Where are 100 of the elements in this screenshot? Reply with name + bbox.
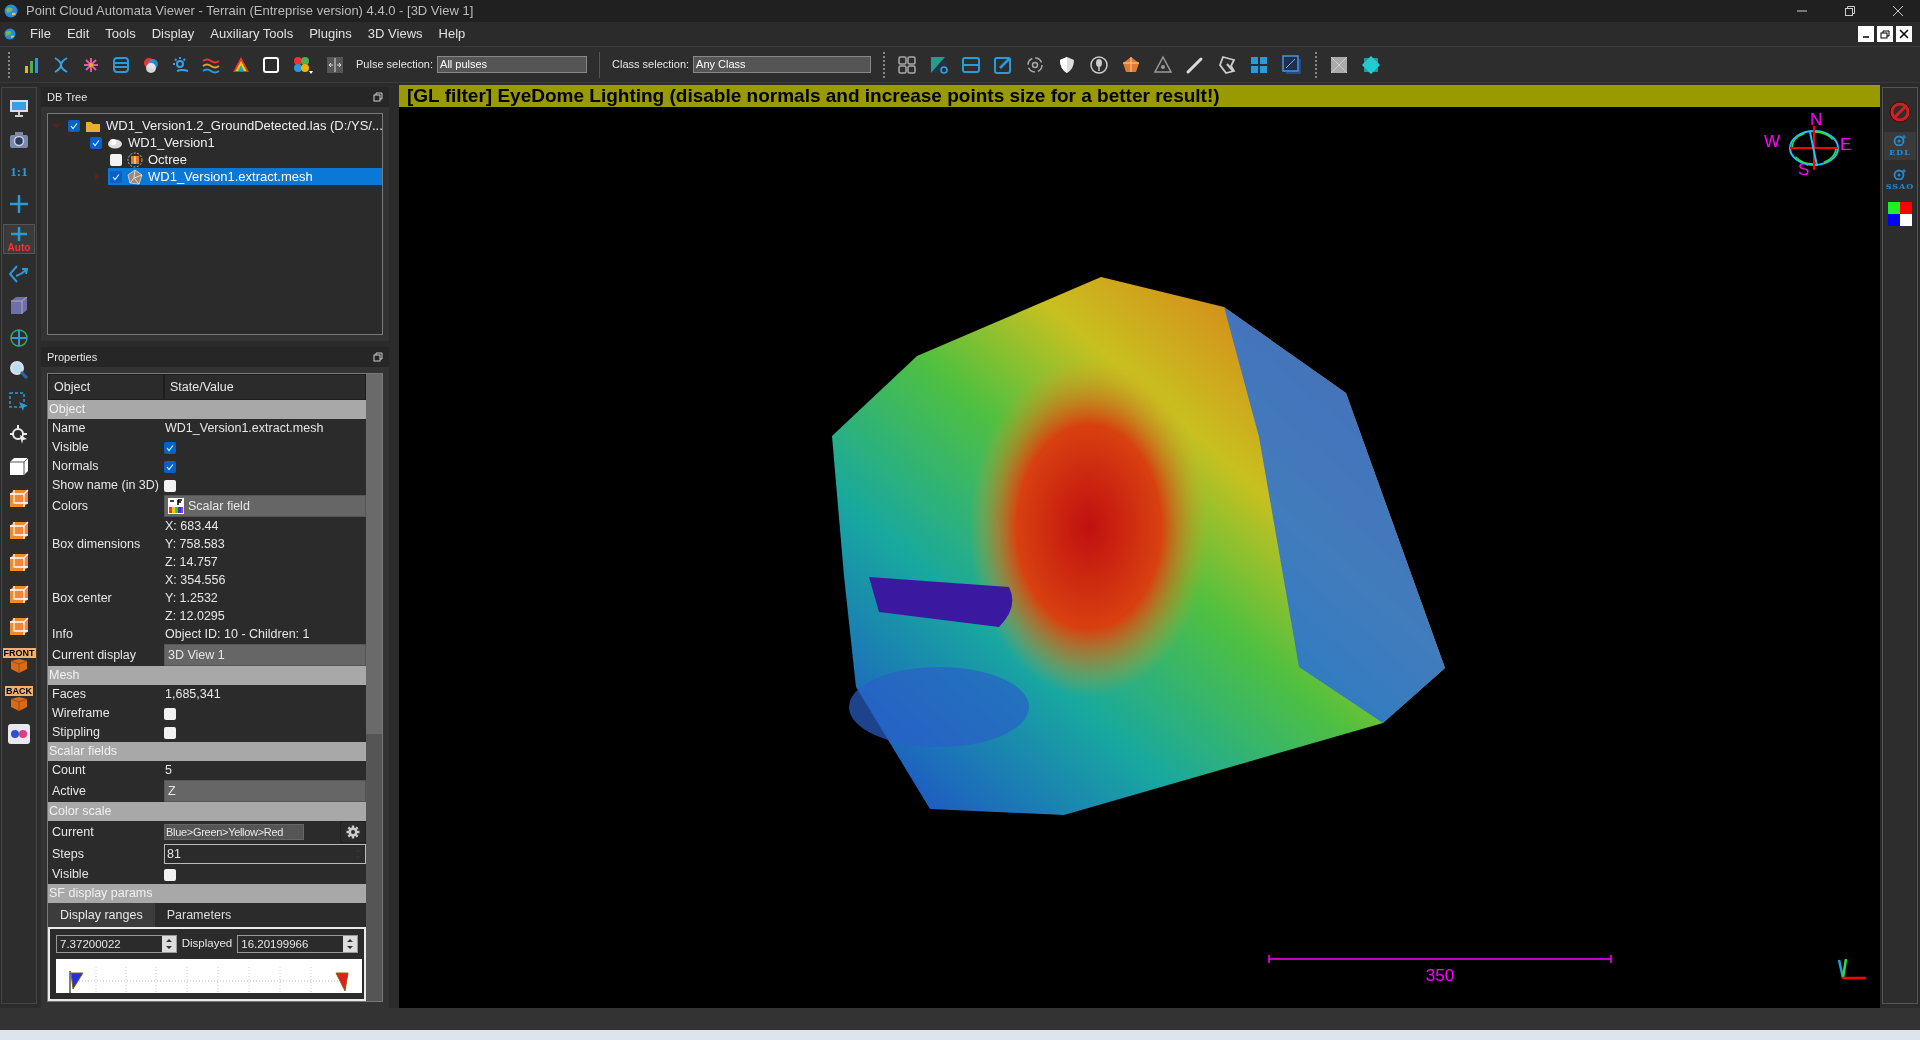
compass-north-label: N <box>1810 109 1823 131</box>
filter-banner: [GL filter] EyeDome Lighting (disable normals and increase points size for a better result!) <box>399 85 1880 107</box>
close-icon[interactable] <box>1896 26 1912 42</box>
minimize-icon[interactable] <box>1858 26 1874 42</box>
sun-waves-icon[interactable] <box>172 55 190 74</box>
menu-item[interactable]: Edit <box>66 24 90 44</box>
image-refresh-icon[interactable] <box>929 54 950 75</box>
scale-label: 350 <box>1425 964 1455 987</box>
pulse-selection-label: Pulse selection: <box>356 57 434 73</box>
property-label: Normals <box>51 458 100 476</box>
checkbox[interactable] <box>164 441 176 454</box>
bar-chart-icon[interactable] <box>22 55 40 74</box>
property-label: Faces <box>51 686 88 704</box>
property-value: Object ID: 10 - Children: 1 <box>164 626 311 644</box>
property-label: Steps <box>51 845 85 863</box>
menu-item[interactable]: Display <box>151 24 195 44</box>
burst-icon[interactable] <box>82 55 100 74</box>
ratio-button[interactable]: 1:1 <box>10 162 28 182</box>
spin-arrows-icon[interactable] <box>343 936 357 952</box>
tree-item[interactable]: WD1_Version1.extract.mesh <box>108 168 382 185</box>
restore-icon[interactable] <box>1844 5 1856 17</box>
float-icon[interactable] <box>373 92 383 102</box>
server-icon[interactable] <box>112 55 130 74</box>
column-header[interactable]: Object <box>48 374 164 400</box>
close-icon[interactable] <box>1892 5 1904 17</box>
menu-item[interactable]: Tools <box>105 24 136 44</box>
menu-item[interactable]: File <box>30 24 51 44</box>
color-circles-icon[interactable] <box>142 55 160 74</box>
menu-item[interactable]: 3D Views <box>367 24 423 44</box>
property-value: 5 <box>164 762 173 780</box>
checkbox[interactable] <box>164 479 176 492</box>
cube-label: FRONT <box>2 648 36 658</box>
windows-grid-icon[interactable] <box>1249 54 1270 75</box>
max-spin-field[interactable]: 16.20199966 <box>237 935 358 953</box>
square-icon[interactable] <box>262 55 280 74</box>
checkbox[interactable] <box>68 119 80 132</box>
property-label: Info <box>51 626 74 644</box>
property-value: Y: 758.583 <box>164 536 226 553</box>
min-spin-field[interactable]: 7.37200022 <box>56 935 177 953</box>
mesh-icon <box>127 168 143 185</box>
warning-triangle-icon[interactable] <box>1153 54 1174 75</box>
property-label: Stippling <box>51 724 101 742</box>
petals-icon[interactable] <box>292 54 314 75</box>
tree-circle-icon[interactable] <box>1089 54 1110 75</box>
float-icon[interactable] <box>373 352 383 362</box>
window-title: Point Cloud Automata Viewer - Terrain (Entreprise version) 4.4.0 - [3D View 1] <box>26 2 474 21</box>
rainbow-triangle-icon[interactable] <box>232 55 250 74</box>
property-dropdown[interactable]: 3D View 1 <box>164 644 366 666</box>
edit-icon[interactable] <box>993 54 1014 75</box>
grid-icon[interactable] <box>897 54 918 75</box>
cursor-polygon-icon[interactable] <box>1217 54 1238 75</box>
property-dropdown[interactable]: Z <box>164 780 366 802</box>
property-value: X: 354.556 <box>164 572 227 589</box>
settings-button[interactable] <box>340 821 366 843</box>
property-value: Scalar field <box>188 497 250 515</box>
section-header: SF display params <box>48 884 366 903</box>
checkbox[interactable] <box>110 170 122 183</box>
property-label: Current <box>51 823 95 841</box>
property-label: Visible <box>51 866 90 884</box>
column-header[interactable]: State/Value <box>164 374 366 400</box>
checkbox[interactable] <box>164 868 176 881</box>
view-cube-button[interactable]: BACK <box>3 684 35 714</box>
view-cube-button[interactable]: FRONT <box>3 646 35 676</box>
scalar-field-icon <box>168 498 184 514</box>
panels-icon[interactable] <box>961 54 982 75</box>
class-selection-dropdown[interactable]: Any Class <box>693 56 872 73</box>
shader-button[interactable]: SSAO <box>1884 166 1916 194</box>
range-label: Displayed <box>181 936 233 952</box>
tree-item[interactable]: Octree <box>108 151 382 168</box>
compass-west-label: W <box>1764 131 1781 153</box>
lens-icon <box>1893 134 1907 146</box>
tree-item[interactable]: WD1_Version1 <box>88 134 382 151</box>
pulse-selection-dropdown[interactable]: All pulses <box>437 56 588 73</box>
menu-item[interactable]: Help <box>438 24 466 44</box>
tab[interactable]: Display ranges <box>48 903 155 927</box>
tree-item[interactable]: WD1_Version1.2_GroundDetected.las (D:/YS/... <box>66 117 387 134</box>
stacked-frames-icon[interactable] <box>1281 53 1304 76</box>
color-scale-dropdown[interactable]: Blue>Green>Yellow>Red <box>164 824 304 840</box>
property-dropdown[interactable]: Scalar field <box>164 495 366 517</box>
checkbox[interactable] <box>164 460 176 473</box>
helix-icon[interactable] <box>52 55 70 74</box>
checkbox[interactable] <box>164 726 176 739</box>
checkbox[interactable] <box>90 136 102 149</box>
split-arrows-icon[interactable] <box>326 55 344 74</box>
scrollbar[interactable] <box>366 374 382 1001</box>
property-value: Z: 14.757 <box>164 554 219 571</box>
property-label: Active <box>51 782 88 800</box>
polyhedron-icon[interactable] <box>1121 54 1142 75</box>
restore-icon[interactable] <box>1877 26 1893 42</box>
checkbox[interactable] <box>110 153 122 166</box>
crossed-square-icon[interactable] <box>1329 54 1350 75</box>
menu-item[interactable]: Plugins <box>309 24 352 44</box>
spin-arrows-icon[interactable] <box>161 936 176 952</box>
checkbox[interactable] <box>164 707 176 720</box>
rotate-icon[interactable] <box>1025 54 1046 75</box>
menu-item[interactable]: Auxiliary Tools <box>210 24 294 44</box>
class-selection-label: Class selection: <box>612 57 690 73</box>
diamond-icon[interactable] <box>1361 54 1382 75</box>
steps-spin-field[interactable]: 81 <box>164 844 366 864</box>
property-label: Count <box>51 762 87 780</box>
